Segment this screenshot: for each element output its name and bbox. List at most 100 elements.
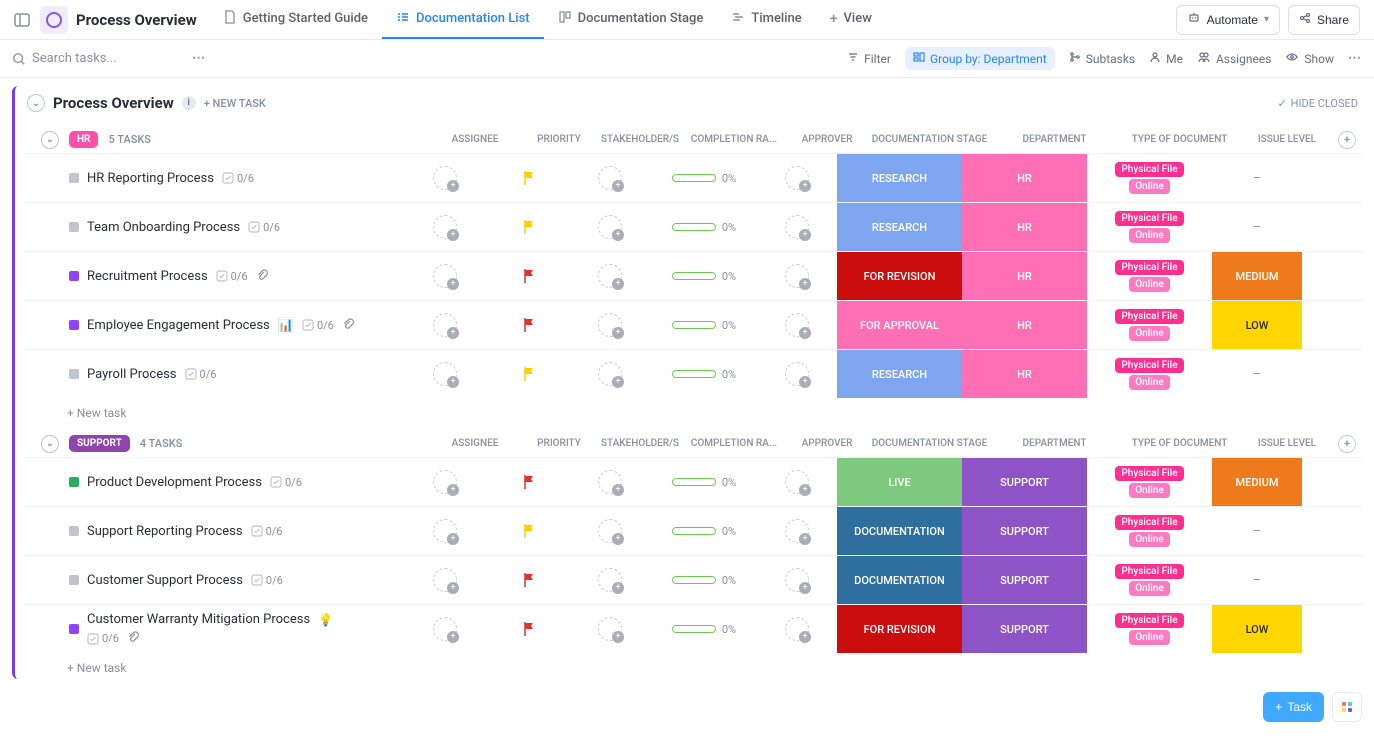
priority-flag[interactable] [522,170,536,186]
issue-level-tag[interactable]: MEDIUM [1212,458,1302,506]
col-department[interactable]: DEPARTMENT [992,134,1117,145]
filter-button[interactable]: Filter [847,51,891,66]
stakeholder-add[interactable] [598,264,622,288]
task-row[interactable]: Customer Support Process0/6 0% DOCUMENTA… [23,555,1362,604]
subtask-count[interactable]: 0/6 [222,172,254,185]
task-name[interactable]: Customer Support Process [87,573,243,588]
assignee-add[interactable] [433,264,457,288]
status-square[interactable] [69,222,79,232]
completion-rate[interactable]: 0% [672,368,736,381]
task-name[interactable]: HR Reporting Process [87,171,214,186]
list-status-icon[interactable] [40,6,68,34]
priority-flag[interactable] [522,366,536,382]
doc-type-tag[interactable]: Physical File [1115,211,1183,226]
stage-tag[interactable]: FOR APPROVAL [837,301,962,349]
col-stage[interactable]: DOCUMENTATION STAGE [867,134,992,145]
assignees-button[interactable]: Assignees [1197,51,1271,66]
add-column-button[interactable]: + [1338,435,1356,453]
stakeholder-add[interactable] [598,470,622,494]
task-row[interactable]: Employee Engagement Process📊0/6 0% FOR A… [23,300,1362,349]
add-column-button[interactable]: + [1338,131,1356,149]
new-task-fab[interactable]: + Task [1263,692,1324,722]
subtask-count[interactable]: 0/6 [251,525,283,538]
col-completion[interactable]: COMPLETION RA... [681,438,787,449]
page-title[interactable]: Process Overview [76,11,197,29]
department-tag[interactable]: HR [962,252,1087,300]
task-name[interactable]: Product Development Process [87,475,262,490]
subtask-count[interactable]: 0/6 [248,221,280,234]
task-row[interactable]: Product Development Process0/6 0% LIVE S… [23,457,1362,506]
doc-type-tag[interactable]: Physical File [1115,260,1183,275]
doc-type-tag[interactable]: Online [1129,179,1169,194]
groupby-button[interactable]: Group by: Department [905,47,1055,70]
col-approver[interactable]: APPROVER [787,134,867,145]
approver-add[interactable] [785,362,809,386]
task-name[interactable]: Customer Warranty Mitigation Process [87,612,310,627]
department-tag[interactable]: HR [962,350,1087,398]
stakeholder-add[interactable] [598,313,622,337]
apps-button[interactable] [1332,692,1362,722]
status-square[interactable] [69,624,79,634]
priority-flag[interactable] [522,523,536,539]
stage-tag[interactable]: FOR REVISION [837,605,962,653]
issue-level-tag[interactable]: MEDIUM [1212,252,1302,300]
department-tag[interactable]: HR [962,154,1087,202]
new-task-header-button[interactable]: + NEW TASK [204,97,266,110]
attachment-icon[interactable] [127,631,139,646]
doc-type-tag[interactable]: Physical File [1115,358,1183,373]
stage-tag[interactable]: LIVE [837,458,962,506]
col-priority[interactable]: PRIORITY [519,134,599,145]
col-doctype[interactable]: TYPE OF DOCUMENT [1117,434,1242,453]
task-row[interactable]: HR Reporting Process0/6 0% RESEARCH HR P… [23,153,1362,202]
stage-tag[interactable]: FOR REVISION [837,252,962,300]
group-pill[interactable]: HR [69,131,98,148]
tab-timeline[interactable]: Timeline [717,0,815,39]
approver-add[interactable] [785,166,809,190]
completion-rate[interactable]: 0% [672,221,736,234]
task-name[interactable]: Recruitment Process [87,269,208,284]
assignee-add[interactable] [433,215,457,239]
tab-documentation-list[interactable]: Documentation List [382,0,544,39]
col-department[interactable]: DEPARTMENT [992,438,1117,449]
issue-level-tag[interactable]: LOW [1212,301,1302,349]
doc-type-tag[interactable]: Online [1129,228,1169,243]
completion-rate[interactable]: 0% [672,270,736,283]
stakeholder-add[interactable] [598,166,622,190]
doc-type-tag[interactable]: Physical File [1115,466,1183,481]
priority-flag[interactable] [522,572,536,588]
me-button[interactable]: Me [1149,51,1183,66]
doc-type-tag[interactable]: Online [1129,277,1169,292]
subtask-count[interactable]: 0/6 [185,368,217,381]
completion-rate[interactable]: 0% [672,319,736,332]
tab-add-view[interactable]: + View [816,0,886,39]
col-doctype[interactable]: TYPE OF DOCUMENT [1117,130,1242,149]
completion-rate[interactable]: 0% [672,476,736,489]
status-square[interactable] [69,369,79,379]
completion-rate[interactable]: 0% [672,172,736,185]
task-row[interactable]: Customer Warranty Mitigation Process 💡 0… [23,604,1362,653]
assignee-add[interactable] [433,166,457,190]
task-name[interactable]: Payroll Process [87,367,177,382]
doc-type-tag[interactable]: Online [1129,630,1169,645]
status-square[interactable] [69,271,79,281]
completion-rate[interactable]: 0% [672,623,736,636]
subtask-count[interactable]: 0/6 [87,632,119,645]
doc-type-tag[interactable]: Online [1129,581,1169,596]
col-add[interactable]: + [1332,435,1362,453]
priority-flag[interactable] [522,474,536,490]
doc-type-tag[interactable]: Online [1129,326,1169,341]
doc-type-tag[interactable]: Physical File [1115,309,1183,324]
search-input[interactable]: Search tasks... [12,51,192,66]
task-name[interactable]: Employee Engagement Process [87,318,270,333]
subtask-count[interactable]: 0/6 [216,270,248,283]
stage-tag[interactable]: DOCUMENTATION [837,556,962,604]
assignee-add[interactable] [433,519,457,543]
doc-type-tag[interactable]: Physical File [1115,613,1183,628]
completion-rate[interactable]: 0% [672,525,736,538]
approver-add[interactable] [785,568,809,592]
stakeholder-add[interactable] [598,568,622,592]
hide-closed-button[interactable]: ✓ HIDE CLOSED [1277,97,1358,110]
share-button[interactable]: Share [1288,5,1360,35]
assignee-add[interactable] [433,362,457,386]
assignee-add[interactable] [433,313,457,337]
